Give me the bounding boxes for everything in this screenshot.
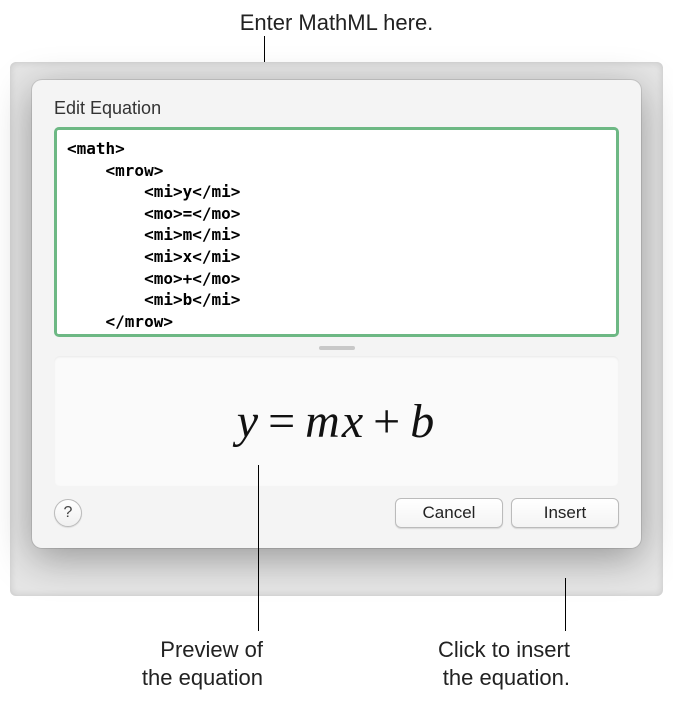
preview-y: y bbox=[237, 394, 260, 449]
preview-m: m bbox=[305, 394, 342, 449]
dialog-title: Edit Equation bbox=[54, 98, 619, 119]
callout-text: the equation. bbox=[443, 665, 570, 690]
callout-bottom-right: Click to insert the equation. bbox=[410, 636, 570, 691]
dialog-footer: ? Cancel Insert bbox=[54, 498, 619, 528]
preview-plus: + bbox=[365, 394, 410, 449]
cancel-button[interactable]: Cancel bbox=[395, 498, 503, 528]
preview-b: b bbox=[410, 394, 436, 449]
callout-top: Enter MathML here. bbox=[0, 10, 673, 36]
preview-equals: = bbox=[260, 394, 305, 449]
help-button[interactable]: ? bbox=[54, 499, 82, 527]
callout-line bbox=[565, 578, 566, 631]
mathml-editor[interactable] bbox=[54, 127, 619, 337]
callout-bottom-left: Preview of the equation bbox=[96, 636, 263, 691]
preview-x: x bbox=[342, 394, 365, 449]
callout-line bbox=[258, 465, 259, 631]
equation-preview: y = m x + b bbox=[54, 356, 619, 486]
resize-grip[interactable] bbox=[319, 346, 355, 350]
edit-equation-dialog: Edit Equation y = m x + b ? Cancel Inser… bbox=[32, 80, 641, 548]
callout-text: the equation bbox=[142, 665, 263, 690]
insert-button[interactable]: Insert bbox=[511, 498, 619, 528]
callout-text: Preview of bbox=[160, 637, 263, 662]
callout-text: Click to insert bbox=[438, 637, 570, 662]
